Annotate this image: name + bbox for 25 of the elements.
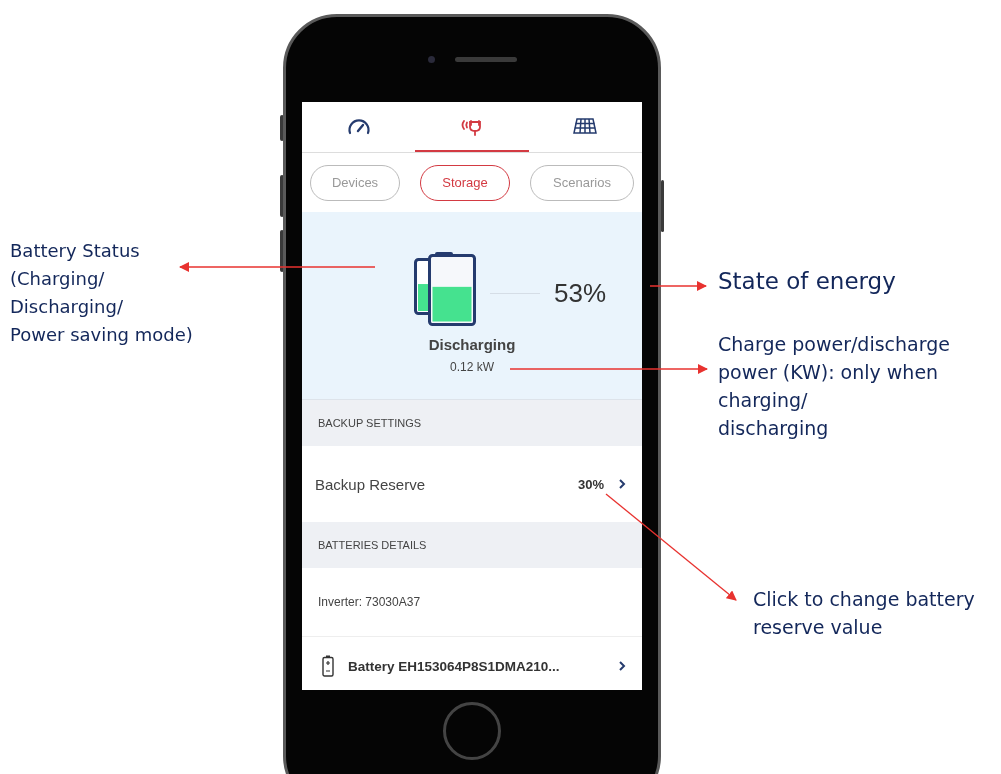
arrow (649, 281, 707, 291)
state-of-energy: 53% (554, 277, 607, 309)
annotation-text: Click to change battery reserve value (753, 587, 975, 640)
annotation-text: Charge power/discharge power (KW): only when charging/ discharging (718, 332, 950, 441)
chevron-icon (618, 478, 626, 490)
section-title: BATTERIES DETAILS (318, 539, 427, 551)
battery-icon (414, 252, 476, 326)
gauge-icon (346, 117, 371, 135)
camera-dot (427, 56, 435, 63)
segment-button[interactable]: Storage (420, 164, 510, 201)
battery-label: Battery EH153064P8S1DMA210... (348, 658, 561, 674)
speaker-slot (454, 57, 517, 62)
setting-label: Backup Reserve (315, 475, 427, 493)
battery-power: 0.12 kW (450, 360, 494, 374)
solar-panel-icon (572, 117, 599, 135)
setting-value: 30% (577, 476, 604, 492)
segment-button[interactable]: Scenarios (530, 164, 634, 201)
segment-button[interactable]: Devices (310, 164, 400, 201)
annotation-text: State of energy (718, 268, 896, 294)
section-title: BACKUP SETTINGS (318, 417, 422, 429)
inverter-label: Inverter: 73030A37 (318, 595, 421, 609)
chevron-icon (618, 660, 626, 672)
annotation-text: Battery Status (Charging/ Discharging/ Power saving mode) (10, 239, 193, 347)
battery-icon (322, 655, 334, 677)
battery-state: Discharging (428, 336, 516, 353)
